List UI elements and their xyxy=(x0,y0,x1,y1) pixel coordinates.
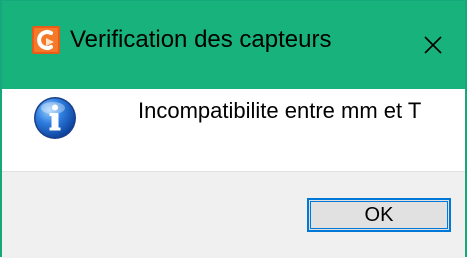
dialog-message: Incompatibilite entre mm et T xyxy=(138,98,422,123)
close-icon xyxy=(423,35,443,55)
dialog-window: Verification des capteurs Incompatibilit… xyxy=(0,0,467,258)
dialog-content: Incompatibilite entre mm et T xyxy=(2,89,465,171)
app-icon xyxy=(32,26,60,54)
close-button[interactable] xyxy=(401,1,465,89)
window-title: Verification des capteurs xyxy=(70,26,332,53)
info-icon xyxy=(32,95,78,141)
ok-button[interactable]: OK xyxy=(307,198,451,232)
title-bar[interactable]: Verification des capteurs xyxy=(2,1,465,89)
dialog-footer: OK xyxy=(2,171,465,258)
